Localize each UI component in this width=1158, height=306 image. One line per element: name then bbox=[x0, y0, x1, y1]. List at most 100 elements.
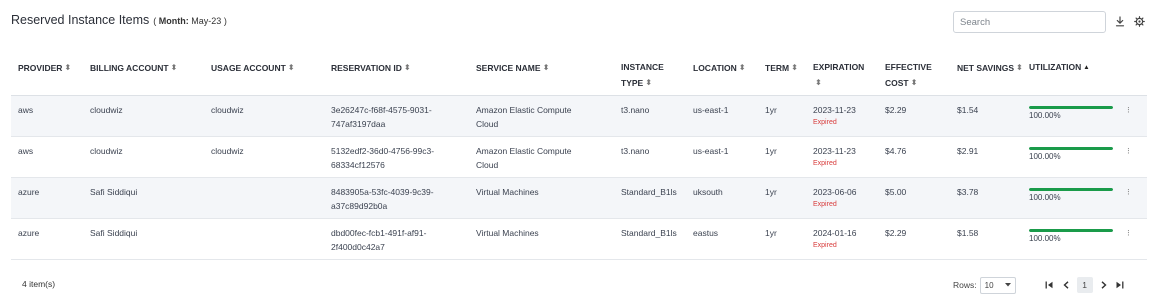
expiration-cell: 2023-06-06 bbox=[813, 186, 857, 197]
column-header-location[interactable]: LOCATION ⬍ bbox=[686, 54, 758, 96]
column-header-effective[interactable]: EFFECTIVE COST ⬍ bbox=[878, 54, 950, 96]
row-menu-icon[interactable]: ⁝ bbox=[1127, 105, 1130, 115]
column-header-utilization[interactable]: UTILIZATION ▲ bbox=[1022, 54, 1120, 96]
row-menu-icon[interactable]: ⁝ bbox=[1127, 228, 1130, 238]
column-header-label: USAGE ACCOUNT bbox=[211, 63, 286, 73]
location-cell: uksouth bbox=[693, 186, 723, 197]
last-page-button[interactable] bbox=[1112, 277, 1128, 293]
next-page-button[interactable] bbox=[1096, 277, 1112, 293]
effective-cost-cell: $2.29 bbox=[885, 227, 907, 238]
column-header-label: PROVIDER bbox=[18, 63, 63, 73]
row-menu-icon[interactable]: ⁝ bbox=[1127, 187, 1130, 197]
table-row[interactable]: azure Safi Siddiqui dbd00fec-fcb1-491f-af9… bbox=[11, 218, 1147, 260]
utilization-bar-fill bbox=[1029, 228, 1113, 232]
utilization-bar bbox=[1029, 105, 1113, 109]
instance-type-cell: t3.nano bbox=[621, 145, 650, 156]
provider-cell: aws bbox=[18, 104, 34, 115]
billing-account-cell: Safi Siddiqui bbox=[90, 186, 138, 197]
column-header-label: SERVICE NAME bbox=[476, 63, 541, 73]
column-header-expiration[interactable]: EXPIRATION ⬍ bbox=[806, 54, 878, 96]
sort-icon[interactable]: ⬍ bbox=[791, 60, 797, 75]
column-header-term[interactable]: TERM ⬍ bbox=[758, 54, 806, 96]
location-cell: us-east-1 bbox=[693, 104, 729, 115]
service-name-cell: Amazon Elastic Compute bbox=[476, 104, 572, 115]
provider-cell: azure bbox=[18, 186, 40, 197]
column-header-net-savings[interactable]: NET SAVINGS ⬍ bbox=[950, 54, 1022, 96]
net-savings-cell: $1.58 bbox=[957, 227, 979, 238]
column-header-usage-account[interactable]: USAGE ACCOUNT ⬍ bbox=[204, 54, 324, 96]
previous-page-button[interactable] bbox=[1058, 277, 1074, 293]
term-cell: 1yr bbox=[765, 104, 777, 115]
usage-account-cell: cloudwiz bbox=[211, 104, 244, 115]
expired-status: Expired bbox=[813, 159, 837, 167]
download-button[interactable] bbox=[1113, 13, 1127, 29]
reservation-id-cell: 8483905a-53fc-4039-9c39- bbox=[331, 186, 434, 197]
sort-icon[interactable]: ⬍ bbox=[1016, 60, 1022, 75]
utilization-bar-fill bbox=[1029, 146, 1113, 150]
column-header-billing-account[interactable]: BILLING ACCOUNT ⬍ bbox=[83, 54, 204, 96]
column-header-actions bbox=[1120, 54, 1147, 96]
term-cell: 1yr bbox=[765, 145, 777, 156]
table-row[interactable]: azure Safi Siddiqui 8483905a-53fc-4039-9c3… bbox=[11, 177, 1147, 219]
sort-icon[interactable]: ⬍ bbox=[739, 60, 745, 75]
rows-per-page-value: 10 bbox=[984, 280, 994, 290]
expired-status: Expired bbox=[813, 241, 837, 249]
column-header-label: EFFECTIVE bbox=[885, 62, 932, 72]
column-header-reservation-id[interactable]: RESERVATION ID ⬍ bbox=[324, 54, 469, 96]
table-body: aws cloudwiz cloudwiz 3e26247c-f68f-4575-90… bbox=[11, 95, 1147, 260]
sort-icon[interactable]: ⬍ bbox=[815, 75, 821, 90]
settings-button[interactable] bbox=[1132, 13, 1146, 29]
table-row[interactable]: aws cloudwiz cloudwiz 3e26247c-f68f-4575-90… bbox=[11, 95, 1147, 137]
subtitle-paren-open: ( bbox=[153, 16, 157, 26]
search-input[interactable] bbox=[953, 11, 1106, 33]
row-menu-icon[interactable]: ⁝ bbox=[1127, 146, 1130, 156]
page-header: Reserved Instance Items ( Month: May-23 … bbox=[11, 13, 227, 31]
rows-per-page-select[interactable]: 10 bbox=[979, 276, 1016, 294]
effective-cost-cell: $2.29 bbox=[885, 104, 907, 115]
column-header-label: EXPIRATION bbox=[813, 62, 865, 72]
reservation-id-cell: 5132edf2-36d0-4756-99c3- bbox=[331, 145, 435, 156]
utilization-bar bbox=[1029, 187, 1113, 191]
column-header-provider[interactable]: PROVIDER ⬍ bbox=[11, 54, 83, 96]
billing-account-cell: cloudwiz bbox=[90, 145, 123, 156]
net-savings-cell: $1.54 bbox=[957, 104, 979, 115]
term-cell: 1yr bbox=[765, 186, 777, 197]
month-label: Month: bbox=[158, 16, 189, 26]
column-header-label: RESERVATION ID bbox=[331, 63, 402, 73]
sort-icon[interactable]: ⬍ bbox=[288, 60, 294, 75]
expired-status: Expired bbox=[813, 200, 837, 208]
column-header-label-line2: COST bbox=[885, 78, 909, 88]
rows-label: Rows: bbox=[953, 280, 977, 290]
current-page-button[interactable]: 1 bbox=[1076, 277, 1093, 293]
service-name-cell-line2: Cloud bbox=[476, 159, 499, 170]
first-page-button[interactable] bbox=[1042, 277, 1058, 293]
location-cell: eastus bbox=[693, 227, 719, 238]
expired-status: Expired bbox=[813, 118, 837, 126]
sort-icon[interactable]: ⬍ bbox=[64, 60, 70, 75]
sort-icon[interactable]: ⬍ bbox=[404, 60, 410, 75]
subtitle-paren-close: ) bbox=[223, 16, 227, 26]
utilization-bar-fill bbox=[1029, 105, 1113, 109]
column-header-label: NET SAVINGS bbox=[957, 63, 1014, 73]
reservation-id-cell-line2: 747af3197daa bbox=[331, 118, 386, 129]
expiration-cell: 2023-11-23 bbox=[813, 145, 856, 156]
sort-icon[interactable]: ⬍ bbox=[911, 75, 917, 90]
sort-icon[interactable]: ⬍ bbox=[171, 60, 177, 75]
reservation-id-cell-line2: 2f400d0c42a7 bbox=[331, 241, 385, 252]
chevron-left-icon bbox=[1063, 281, 1069, 289]
table-header-row: PROVIDER ⬍ BILLING ACCOUNT ⬍ USAGE ACCOUNT ⬍ R… bbox=[11, 54, 1147, 96]
column-header-label: LOCATION bbox=[693, 63, 737, 73]
expiration-cell: 2023-11-23 bbox=[813, 104, 856, 115]
sort-ascending-icon[interactable]: ▲ bbox=[1083, 60, 1089, 75]
expiration-cell: 2024-01-16 bbox=[813, 227, 857, 238]
sort-icon[interactable]: ⬍ bbox=[543, 60, 549, 75]
reservation-id-cell-line2: a37c89d92b0a bbox=[331, 200, 388, 211]
reserved-instances-table: PROVIDER ⬍ BILLING ACCOUNT ⬍ USAGE ACCOUNT ⬍ R… bbox=[11, 54, 1147, 260]
column-header-service-name[interactable]: SERVICE NAME ⬍ bbox=[469, 54, 614, 96]
service-name-cell: Virtual Machines bbox=[476, 227, 539, 238]
column-header-instance[interactable]: INSTANCE TYPE ⬍ bbox=[614, 54, 686, 96]
table-row[interactable]: aws cloudwiz cloudwiz 5132edf2-36d0-4756-99… bbox=[11, 136, 1147, 178]
column-header-label: TERM bbox=[765, 63, 790, 73]
sort-icon[interactable]: ⬍ bbox=[645, 75, 651, 90]
page-subtitle: ( Month: May-23 ) bbox=[153, 16, 227, 26]
